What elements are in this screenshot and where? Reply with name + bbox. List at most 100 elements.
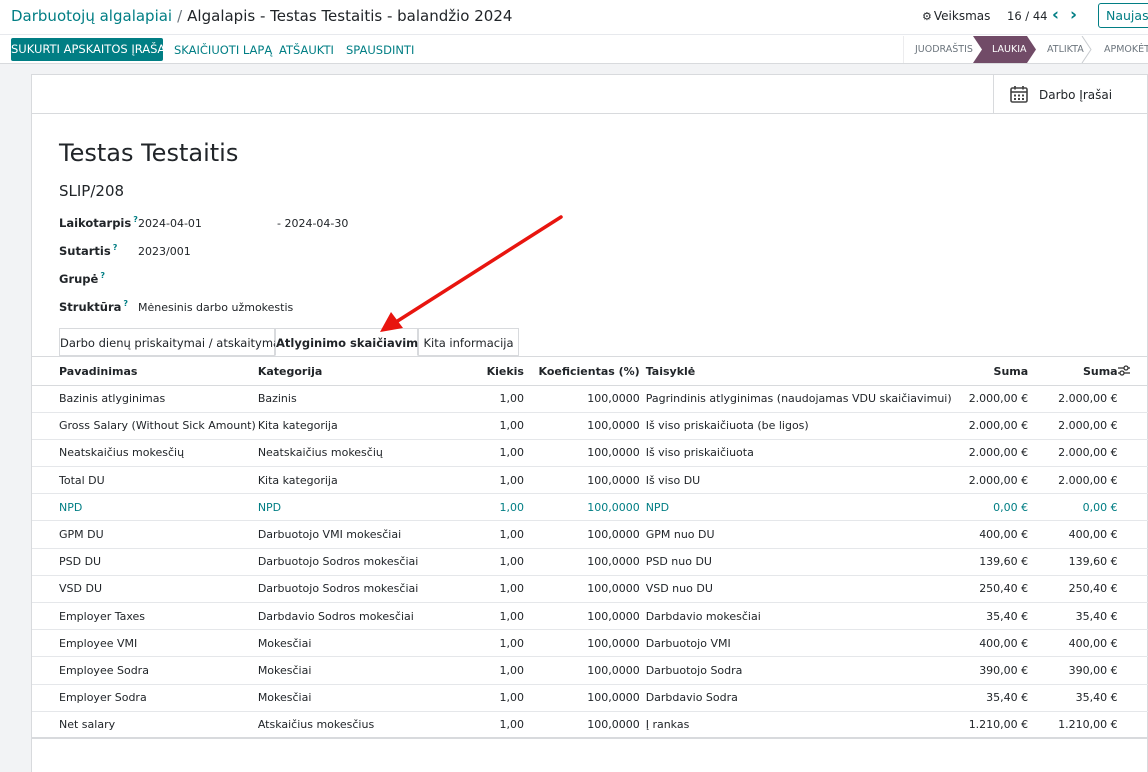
column-header-name[interactable]: Pavadinimas: [32, 359, 258, 386]
period-to-field[interactable]: - 2024-04-30: [277, 217, 348, 230]
table-row[interactable]: Employee VMI Mokesčiai 1,00 100,0000 Darbuot…: [32, 629, 1148, 658]
cell-category: Darbdavio Sodros mokesčiai: [257, 602, 446, 631]
group-field[interactable]: [138, 273, 338, 287]
column-header-quantity[interactable]: Kiekis: [445, 359, 524, 386]
cell-quantity: 1,00: [445, 385, 524, 413]
tab-other-info[interactable]: Kita informacija: [418, 328, 519, 356]
work-entries-smart-button[interactable]: Darbo Įrašai: [993, 75, 1148, 114]
table-row[interactable]: Gross Salary (Without Sick Amount) Kita k…: [32, 412, 1148, 440]
cell-spacer: [1117, 385, 1148, 413]
tab-salary-computation[interactable]: Atlyginimo skaičiavimas: [275, 328, 433, 356]
cell-rate: 100,0000: [523, 439, 640, 468]
stage-paid[interactable]: APMOKĖTA: [1104, 36, 1148, 63]
cell-category: Bazinis: [257, 385, 446, 413]
stage-waiting[interactable]: LAUKIA: [992, 36, 1027, 63]
structure-help-icon[interactable]: ?: [123, 299, 128, 308]
table-row[interactable]: Total DU Kita kategorija 1,00 100,0000 Iš vi…: [32, 466, 1148, 495]
cell-amount: 2.000,00 €: [951, 439, 1029, 468]
cell-amount: 2.000,00 €: [951, 412, 1029, 440]
new-record-button[interactable]: Naujas: [1098, 3, 1148, 28]
cell-name: GPM DU: [32, 520, 258, 549]
cell-rule: NPD: [639, 493, 952, 522]
contract-label: Sutartis?: [59, 243, 117, 258]
compute-sheet-button[interactable]: SKAIČIUOTI LAPĄ: [174, 43, 272, 57]
form-sheet: Darbo Įrašai Testas Testaitis SLIP/208 L…: [31, 74, 1148, 772]
cell-category: Mokesčiai: [257, 629, 446, 658]
table-row[interactable]: Employee Sodra Mokesčiai 1,00 100,0000 Darbu…: [32, 656, 1148, 685]
cell-name: VSD DU: [32, 575, 258, 604]
cell-quantity: 1,00: [445, 656, 524, 685]
employee-name[interactable]: Testas Testaitis: [59, 139, 238, 167]
column-header-category[interactable]: Kategorija: [257, 359, 446, 386]
pager-value[interactable]: 16 / 44: [1007, 9, 1047, 23]
table-row[interactable]: VSD DU Darbuotojo Sodros mokesčiai 1,00 100…: [32, 575, 1148, 604]
cell-name: PSD DU: [32, 548, 258, 576]
breadcrumb-parent-link[interactable]: Darbuotojų algalapiai: [11, 7, 172, 25]
cell-category: Darbuotojo VMI mokesčiai: [257, 520, 446, 549]
cell-quantity: 1,00: [445, 466, 524, 495]
column-header-amount[interactable]: Suma: [951, 359, 1029, 386]
contract-field[interactable]: 2023/001: [138, 245, 191, 258]
pager-next-icon[interactable]: ›: [1070, 5, 1077, 25]
cell-amount: 139,60 €: [951, 548, 1029, 576]
cell-spacer: [1117, 412, 1148, 440]
table-row[interactable]: Neatskaičius mokesčių Neatskaičius mokesč…: [32, 439, 1148, 468]
table-row[interactable]: NPD NPD 1,00 100,0000 NPD 0,00 €0,00 €: [32, 493, 1148, 522]
table-row[interactable]: Bazinis atlyginimas Bazinis 1,00 100,0000 Pa…: [32, 385, 1148, 413]
cell-amount: 400,00 €: [951, 629, 1029, 658]
column-header-rate[interactable]: Koeficientas (%): [523, 359, 640, 386]
cell-category: Mokesčiai: [257, 684, 446, 712]
cell-rate: 100,0000: [523, 548, 640, 576]
table-row[interactable]: Employer Sodra Mokesčiai 1,00 100,0000 Darbd…: [32, 684, 1148, 712]
column-header-total[interactable]: Suma: [1028, 359, 1118, 386]
stage-done[interactable]: ATLIKTA: [1047, 36, 1084, 63]
tab-worked-days[interactable]: Darbo dienų priskaitymai / atskaitymai: [59, 328, 283, 356]
period-from-field[interactable]: 2024-04-01: [138, 217, 202, 230]
optional-columns-toggle[interactable]: [1117, 359, 1148, 386]
cell-total: 2.000,00 €: [1028, 466, 1118, 495]
cell-total: 1.210,00 €: [1028, 711, 1118, 740]
stage-draft[interactable]: JUODRAŠTIS: [915, 36, 973, 63]
group-help-icon[interactable]: ?: [100, 271, 105, 280]
tab-underline: [32, 356, 1148, 357]
cell-quantity: 1,00: [445, 684, 524, 712]
cell-total: 139,60 €: [1028, 548, 1118, 576]
period-label: Laikotarpis?: [59, 215, 138, 230]
table-row[interactable]: GPM DU Darbuotojo VMI mokesčiai 1,00 100,00…: [32, 520, 1148, 549]
cell-rule: Pagrindinis atlyginimas (naudojamas VDU …: [639, 385, 952, 413]
cell-rule: PSD nuo DU: [639, 548, 952, 576]
status-bar: JUODRAŠTIS LAUKIA ATLIKTA APMOKĖTA: [903, 36, 1148, 63]
control-panel: Darbuotojų algalapiai / Algalapis - Testas…: [0, 0, 1148, 34]
contract-help-icon[interactable]: ?: [113, 243, 118, 252]
create-accounting-entry-button[interactable]: SUKURTI APSKAITOS ĮRAŠĄ: [11, 38, 165, 61]
table-row[interactable]: Net salary Atskaičius mokesčius 1,00 100,00…: [32, 711, 1148, 740]
cell-quantity: 1,00: [445, 711, 524, 740]
cell-total: 35,40 €: [1028, 684, 1118, 712]
structure-field[interactable]: Mėnesinis darbo užmokestis: [138, 301, 293, 314]
cell-amount: 390,00 €: [951, 656, 1029, 685]
actions-menu-button[interactable]: ⚙ Veiksmas: [922, 9, 990, 23]
cell-rate: 100,0000: [523, 656, 640, 685]
cell-quantity: 1,00: [445, 520, 524, 549]
structure-label-text: Struktūra: [59, 299, 122, 314]
breadcrumb-current: Algalapis - Testas Testaitis - balandžio…: [187, 7, 513, 25]
cell-rate: 100,0000: [523, 629, 640, 658]
print-button[interactable]: SPAUSDINTI: [346, 43, 414, 57]
cell-rule: Iš viso priskaičiuota: [639, 439, 952, 468]
table-row[interactable]: Employer Taxes Darbdavio Sodros mokesčiai…: [32, 602, 1148, 631]
cell-spacer: [1117, 439, 1148, 468]
column-header-rule[interactable]: Taisyklė: [639, 359, 952, 386]
cell-spacer: [1117, 493, 1148, 522]
cell-rule: GPM nuo DU: [639, 520, 952, 549]
table-row[interactable]: PSD DU Darbuotojo Sodros mokesčiai 1,00 100…: [32, 548, 1148, 576]
period-label-text: Laikotarpis: [59, 215, 132, 230]
cell-name: Employee VMI: [32, 629, 258, 658]
cell-name: Net salary: [32, 711, 258, 740]
cell-amount: 35,40 €: [951, 684, 1029, 712]
pager-previous-icon[interactable]: ‹: [1052, 5, 1059, 25]
group-label-text: Grupė: [59, 271, 99, 286]
cancel-button[interactable]: ATŠAUKTI: [279, 43, 334, 57]
cell-rate: 100,0000: [523, 385, 640, 413]
cell-rule: Darbuotojo Sodra: [639, 656, 952, 685]
salary-lines-body: Bazinis atlyginimas Bazinis 1,00 100,0000 Pa…: [32, 385, 1148, 740]
